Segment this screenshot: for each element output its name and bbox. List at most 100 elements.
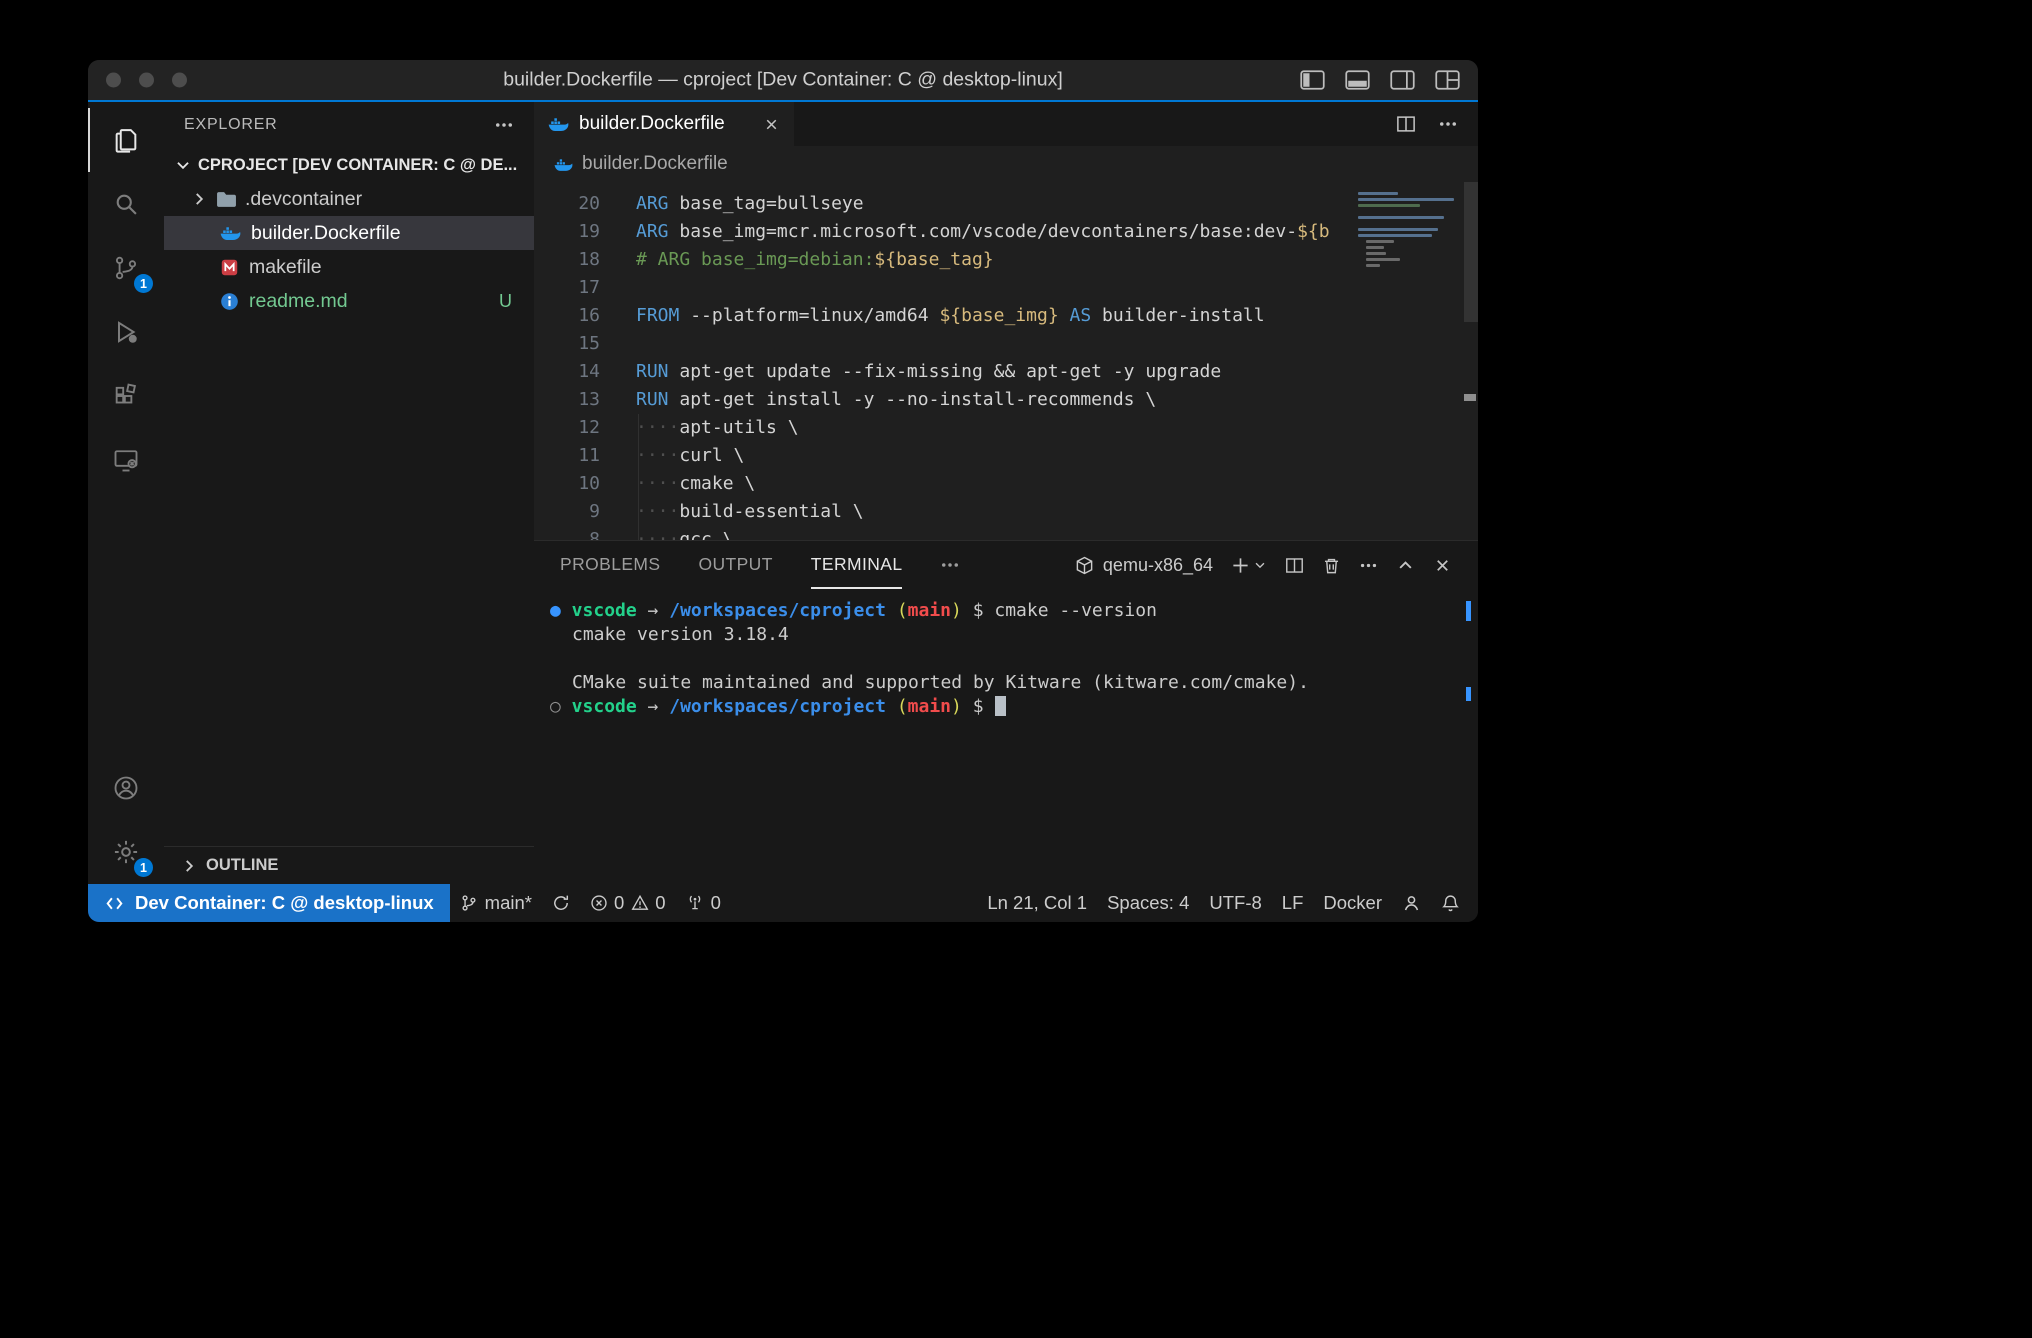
indentation-setting[interactable]: Spaces: 4 bbox=[1097, 892, 1199, 914]
line-number[interactable]: 18 bbox=[534, 246, 600, 274]
ports-indicator[interactable]: 0 bbox=[676, 884, 731, 922]
close-panel-icon[interactable] bbox=[1433, 556, 1452, 575]
line-number[interactable]: 12 bbox=[534, 414, 600, 442]
tab-output[interactable]: OUTPUT bbox=[698, 541, 772, 589]
explorer-more-actions-icon[interactable] bbox=[494, 115, 514, 135]
error-count: 0 bbox=[614, 892, 624, 914]
breadcrumb[interactable]: builder.Dockerfile bbox=[534, 146, 1478, 182]
remote-indicator[interactable]: Dev Container: C @ desktop-linux bbox=[88, 884, 450, 922]
panel-more-tabs-icon[interactable] bbox=[940, 555, 960, 575]
line-number[interactable]: 15 bbox=[534, 330, 600, 358]
activitybar-remote-explorer[interactable] bbox=[88, 428, 164, 492]
line-number[interactable]: 19 bbox=[534, 218, 600, 246]
minimap[interactable] bbox=[1358, 192, 1462, 270]
line-number[interactable]: 16 bbox=[534, 302, 600, 330]
encoding-setting[interactable]: UTF-8 bbox=[1199, 892, 1271, 914]
minimize-window-button[interactable] bbox=[139, 73, 154, 88]
editor-more-actions-icon[interactable] bbox=[1438, 114, 1458, 134]
toggle-sidebar-icon[interactable] bbox=[1300, 70, 1325, 90]
line-number[interactable]: 8 bbox=[534, 526, 600, 540]
code-token: FROM bbox=[636, 305, 679, 326]
scm-changes-badge: 1 bbox=[134, 274, 153, 293]
tab-terminal[interactable]: TERMINAL bbox=[811, 541, 903, 589]
panel-more-actions-icon[interactable] bbox=[1359, 556, 1378, 575]
activitybar-explorer[interactable] bbox=[88, 108, 164, 172]
code-line: 12····apt-utils \ bbox=[534, 414, 1478, 442]
cursor-position[interactable]: Ln 21, Col 1 bbox=[977, 892, 1097, 914]
code-token: ···· bbox=[636, 445, 679, 466]
code-token: RUN bbox=[636, 389, 669, 410]
customize-layout-icon[interactable] bbox=[1435, 70, 1460, 90]
zoom-window-button[interactable] bbox=[172, 73, 187, 88]
tab-builder-dockerfile[interactable]: builder.Dockerfile bbox=[534, 102, 794, 146]
bell-icon bbox=[1441, 894, 1460, 913]
feedback-button[interactable] bbox=[1392, 894, 1431, 913]
tree-item-devcontainer[interactable]: .devcontainer bbox=[164, 182, 534, 216]
workspace-section-header[interactable]: CPROJECT [DEV CONTAINER: C @ DE... bbox=[164, 148, 534, 182]
tab-problems[interactable]: PROBLEMS bbox=[560, 541, 660, 589]
maximize-panel-icon[interactable] bbox=[1396, 556, 1415, 575]
code-token: apt-get update --fix-missing && apt-get … bbox=[669, 361, 1222, 382]
editor-scrollbar[interactable] bbox=[1464, 182, 1478, 322]
kill-terminal-icon[interactable] bbox=[1322, 556, 1341, 575]
line-number[interactable]: 14 bbox=[534, 358, 600, 386]
code-token: ${base_img} bbox=[939, 305, 1058, 326]
line-number[interactable]: 10 bbox=[534, 470, 600, 498]
terminal-overview-mark bbox=[1466, 601, 1471, 621]
close-window-button[interactable] bbox=[106, 73, 121, 88]
activitybar-extensions[interactable] bbox=[88, 364, 164, 428]
code-token: ARG bbox=[636, 221, 669, 242]
close-tab-icon[interactable] bbox=[763, 116, 780, 133]
activitybar-accounts[interactable] bbox=[88, 756, 164, 820]
code-token: AS bbox=[1070, 305, 1092, 326]
toggle-secondary-sidebar-icon[interactable] bbox=[1390, 70, 1415, 90]
sync-changes-button[interactable] bbox=[542, 884, 580, 922]
code-token: ···· bbox=[636, 473, 679, 494]
indent-guide bbox=[638, 414, 639, 540]
outline-label: OUTLINE bbox=[206, 856, 278, 875]
activitybar-source-control[interactable]: 1 bbox=[88, 236, 164, 300]
code-editor[interactable]: 20ARG base_tag=bullseye 19ARG base_img=m… bbox=[534, 182, 1478, 540]
window-title: builder.Dockerfile — cproject [Dev Conta… bbox=[268, 69, 1298, 92]
line-number[interactable]: 9 bbox=[534, 498, 600, 526]
chevron-right-icon bbox=[180, 857, 198, 875]
toggle-panel-icon[interactable] bbox=[1345, 70, 1370, 90]
activitybar-settings[interactable]: 1 bbox=[88, 820, 164, 884]
bottom-panel: PROBLEMS OUTPUT TERMINAL qemu-x86_64 bbox=[534, 540, 1478, 884]
terminal[interactable]: ● vscode → /workspaces/cproject (main) $… bbox=[534, 589, 1478, 884]
tree-item-builder-dockerfile[interactable]: builder.Dockerfile bbox=[164, 216, 534, 250]
terminal-instance-qemu[interactable]: qemu-x86_64 bbox=[1075, 555, 1213, 576]
terminal-line: CMake suite maintained and supported by … bbox=[550, 671, 1478, 695]
branch-label: main* bbox=[485, 892, 532, 914]
workspace-section-label: CPROJECT [DEV CONTAINER: C @ DE... bbox=[198, 156, 517, 175]
line-number[interactable]: 17 bbox=[534, 274, 600, 302]
line-number[interactable]: 13 bbox=[534, 386, 600, 414]
activitybar-search[interactable] bbox=[88, 172, 164, 236]
eol-setting[interactable]: LF bbox=[1272, 892, 1314, 914]
terminal-profile-dropdown-icon[interactable] bbox=[1253, 558, 1267, 572]
language-mode[interactable]: Docker bbox=[1313, 892, 1392, 914]
activitybar-run-debug[interactable] bbox=[88, 300, 164, 364]
outline-section-header[interactable]: OUTLINE bbox=[164, 846, 534, 884]
code-line: 18# ARG base_img=debian:${base_tag} bbox=[534, 246, 1478, 274]
docker-whale-icon bbox=[220, 225, 241, 241]
explorer-sidebar: EXPLORER CPROJECT [DEV CONTAINER: C @ DE… bbox=[164, 102, 534, 884]
code-token: builder-install bbox=[1091, 305, 1264, 326]
split-terminal-icon[interactable] bbox=[1285, 556, 1304, 575]
tree-item-readme[interactable]: readme.md U bbox=[164, 284, 534, 318]
account-icon bbox=[112, 774, 140, 802]
split-editor-icon[interactable] bbox=[1396, 114, 1416, 134]
line-number[interactable]: 11 bbox=[534, 442, 600, 470]
new-terminal-icon[interactable] bbox=[1231, 556, 1250, 575]
title-bar: builder.Dockerfile — cproject [Dev Conta… bbox=[88, 60, 1478, 100]
problems-indicator[interactable]: 0 0 bbox=[580, 884, 676, 922]
warning-icon bbox=[631, 894, 649, 912]
tree-item-makefile[interactable]: makefile bbox=[164, 250, 534, 284]
notifications-button[interactable] bbox=[1431, 894, 1470, 913]
line-number[interactable]: 20 bbox=[534, 190, 600, 218]
breadcrumb-item: builder.Dockerfile bbox=[582, 153, 728, 175]
branch-indicator[interactable]: main* bbox=[450, 884, 542, 922]
terminal-overview-mark bbox=[1466, 687, 1471, 701]
tree-item-label: readme.md bbox=[249, 290, 348, 313]
sidebar-title: EXPLORER bbox=[184, 116, 278, 134]
